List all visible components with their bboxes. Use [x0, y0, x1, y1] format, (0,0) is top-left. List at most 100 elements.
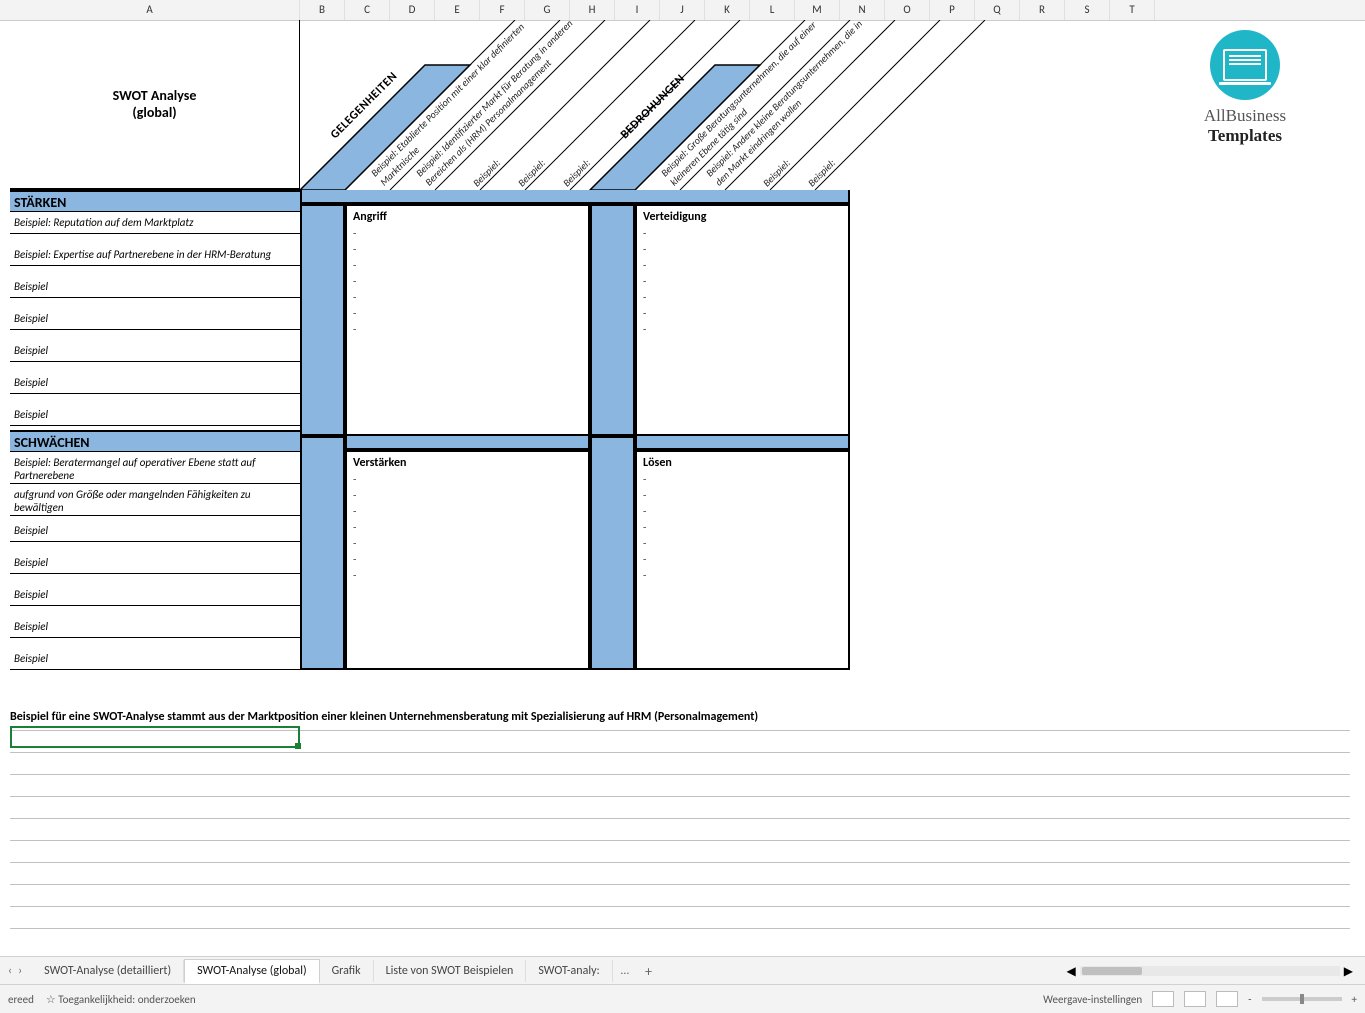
title-line1: SWOT Analyse: [113, 87, 197, 104]
view-layout-icon[interactable]: [1184, 991, 1206, 1007]
status-accessibility[interactable]: ☆ Toegankelijkheid: onderzoeken: [46, 993, 196, 1006]
dash: -: [643, 290, 842, 306]
dash: -: [353, 242, 582, 258]
col-P[interactable]: P: [930, 0, 975, 20]
schwaechen-row[interactable]: aufgrund von Größe oder mangelnden Fähig…: [10, 484, 300, 516]
col-E[interactable]: E: [435, 0, 480, 20]
logo-icon: [1210, 30, 1280, 100]
col-R[interactable]: R: [1020, 0, 1065, 20]
col-Q[interactable]: Q: [975, 0, 1020, 20]
dash: -: [643, 536, 842, 552]
schwaechen-row[interactable]: Beispiel: [10, 552, 300, 574]
staerken-row[interactable]: Beispiel: Reputation auf dem Marktplatz: [10, 212, 300, 234]
dash: -: [353, 552, 582, 568]
schwaechen-row[interactable]: Beispiel: [10, 648, 300, 670]
col-A[interactable]: A: [0, 0, 300, 20]
col-C[interactable]: C: [345, 0, 390, 20]
logo-text: AllBusinessTemplates: [1155, 106, 1335, 146]
hscroll-right-icon[interactable]: ▶: [1344, 964, 1353, 979]
dash: -: [353, 472, 582, 488]
dash: -: [643, 504, 842, 520]
mid-band-2: [635, 436, 850, 450]
dash: -: [353, 306, 582, 322]
col-L[interactable]: L: [750, 0, 795, 20]
zoom-out[interactable]: -: [1248, 993, 1251, 1006]
tab-nav-prev[interactable]: ‹: [8, 964, 12, 978]
staerken-row[interactable]: Beispiel: [10, 372, 300, 394]
col-I[interactable]: I: [615, 0, 660, 20]
thr-side-bar: [590, 204, 635, 436]
tab-detail[interactable]: SWOT-Analyse (detailliert): [32, 960, 184, 982]
dash: -: [353, 258, 582, 274]
schwaechen-row[interactable]: Beispiel: [10, 616, 300, 638]
view-normal-icon[interactable]: [1152, 991, 1174, 1007]
dash: -: [643, 322, 842, 338]
diagonal-header-area: GELEGENHEITEN Beispiel: Etablierte Posit…: [300, 20, 850, 192]
thr-side-bar-2: [590, 436, 635, 670]
dash: -: [353, 226, 582, 242]
quad-verstaerken[interactable]: Verstärken - - - - - - -: [345, 450, 590, 670]
spreadsheet-grid[interactable]: A B C D E F G H I J K L M N O P Q R S T …: [0, 0, 1365, 1013]
column-headers: A B C D E F G H I J K L M N O P Q R S T: [0, 0, 1365, 21]
staerken-head: STÄRKEN: [10, 190, 300, 212]
active-cell[interactable]: [10, 726, 300, 748]
col-O[interactable]: O: [885, 0, 930, 20]
schwaechen-row[interactable]: Beispiel: Beratermangel auf operativer E…: [10, 452, 300, 484]
tab-global[interactable]: SWOT-Analyse (global): [184, 959, 320, 984]
col-S[interactable]: S: [1065, 0, 1110, 20]
quad-verteidigung-head: Verteidigung: [643, 210, 842, 224]
view-settings[interactable]: Weergave-instellingen: [1043, 993, 1142, 1006]
hscroll-left-icon[interactable]: ◀: [1067, 964, 1076, 979]
staerken-row[interactable]: Beispiel: [10, 404, 300, 426]
staerken-row[interactable]: Beispiel: Expertise auf Partnerebene in …: [10, 244, 300, 266]
title-line2: (global): [132, 104, 176, 121]
schwaechen-head: SCHWÄCHEN: [10, 430, 300, 452]
quad-angriff[interactable]: Angriff - - - - - - -: [345, 204, 590, 436]
view-break-icon[interactable]: [1216, 991, 1238, 1007]
dash: -: [353, 290, 582, 306]
schwaechen-row[interactable]: Beispiel: [10, 520, 300, 542]
dash: -: [353, 488, 582, 504]
col-G[interactable]: G: [525, 0, 570, 20]
dash: -: [643, 568, 842, 584]
dash: -: [353, 520, 582, 536]
tab-grafik[interactable]: Grafik: [320, 960, 374, 982]
tab-swot-analy[interactable]: SWOT-analy:: [526, 960, 612, 982]
zoom-in[interactable]: +: [1352, 993, 1357, 1006]
dash: -: [643, 520, 842, 536]
staerken-row[interactable]: Beispiel: [10, 340, 300, 362]
col-D[interactable]: D: [390, 0, 435, 20]
tab-more[interactable]: …: [613, 964, 637, 978]
col-F[interactable]: F: [480, 0, 525, 20]
dash: -: [643, 472, 842, 488]
tab-beispiele[interactable]: Liste von SWOT Beispielen: [374, 960, 527, 982]
staerken-row[interactable]: Beispiel: [10, 308, 300, 330]
tab-nav-next[interactable]: ›: [18, 964, 22, 978]
dash: -: [353, 536, 582, 552]
mid-band-1: [345, 436, 590, 450]
dash: -: [353, 274, 582, 290]
col-T[interactable]: T: [1110, 0, 1155, 20]
zoom-slider[interactable]: [1262, 997, 1342, 1001]
dash: -: [643, 242, 842, 258]
col-J[interactable]: J: [660, 0, 705, 20]
dash: -: [643, 552, 842, 568]
quad-angriff-head: Angriff: [353, 210, 582, 224]
hscroll-thumb[interactable]: [1082, 967, 1142, 975]
fill-handle[interactable]: [295, 743, 301, 749]
quad-verstaerken-head: Verstärken: [353, 456, 582, 470]
dash: -: [643, 488, 842, 504]
quad-loesen[interactable]: Lösen - - - - - - -: [635, 450, 850, 670]
col-B[interactable]: B: [300, 0, 345, 20]
dash: -: [643, 258, 842, 274]
schwaechen-row[interactable]: Beispiel: [10, 584, 300, 606]
tab-add[interactable]: +: [637, 963, 660, 980]
hscroll-track[interactable]: [1080, 966, 1340, 976]
dash: -: [353, 504, 582, 520]
quad-verteidigung[interactable]: Verteidigung - - - - - - -: [635, 204, 850, 436]
status-bar: ereed ☆ Toegankelijkheid: onderzoeken We…: [0, 984, 1365, 1013]
opp-side-bar-2: [300, 436, 345, 670]
swot-title-box: SWOT Analyse (global): [10, 20, 300, 190]
col-K[interactable]: K: [705, 0, 750, 20]
staerken-row[interactable]: Beispiel: [10, 276, 300, 298]
